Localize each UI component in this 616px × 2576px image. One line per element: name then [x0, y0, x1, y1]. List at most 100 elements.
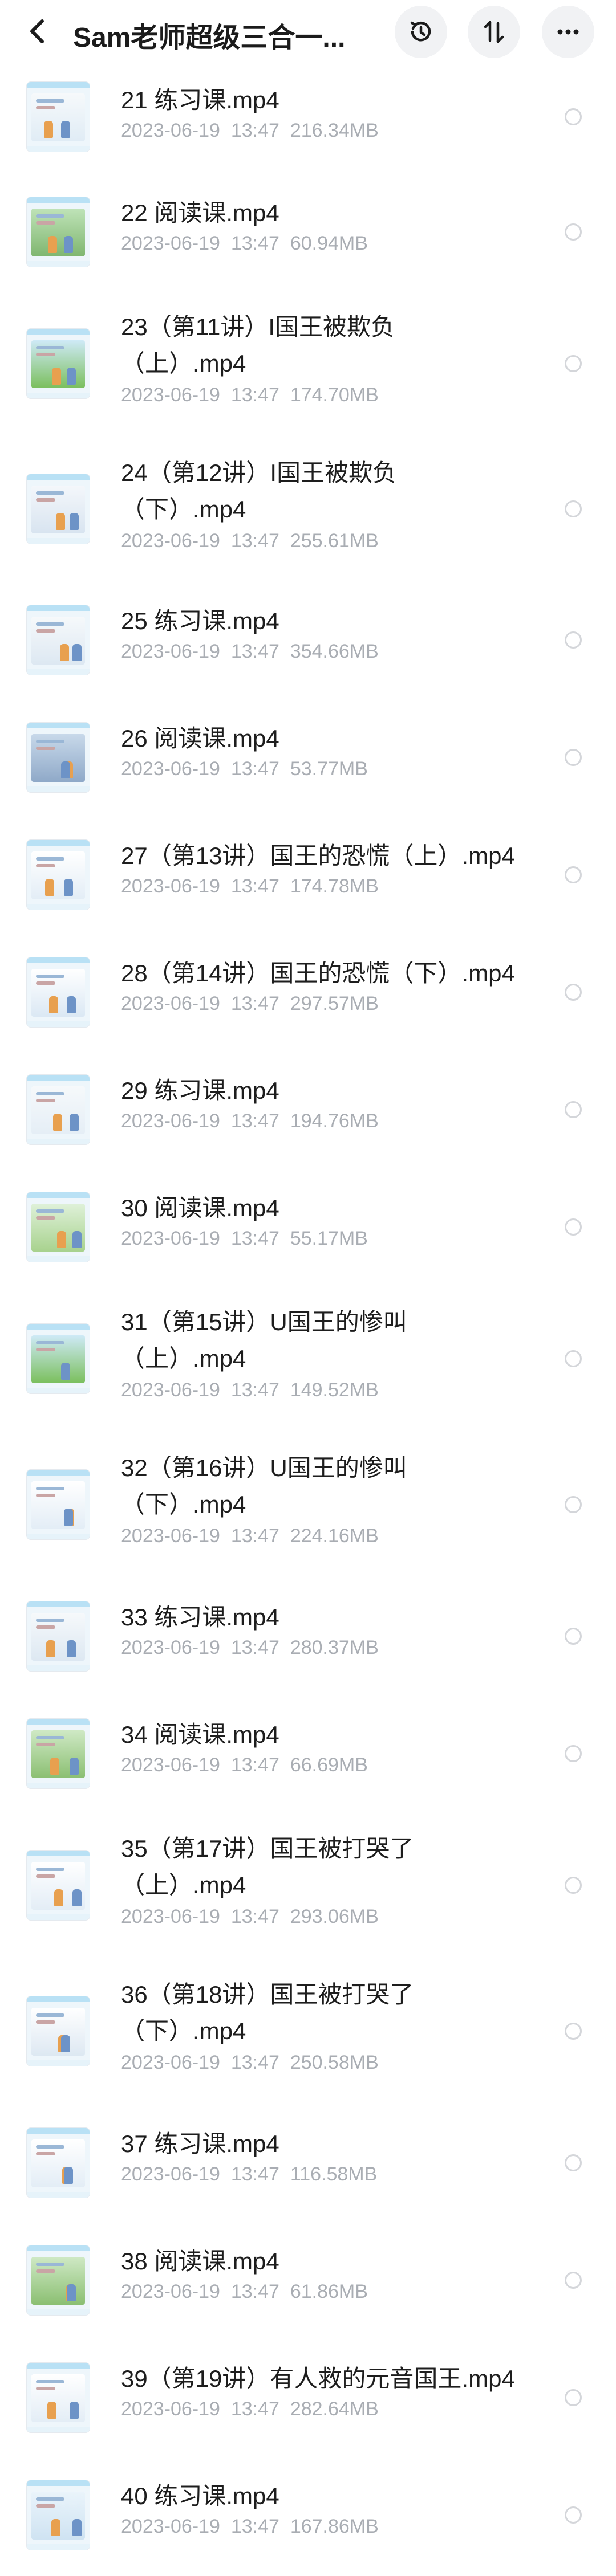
video-thumbnail — [26, 197, 90, 267]
file-meta: 2023-06-19 13:47 167.86MB — [121, 2516, 379, 2538]
file-row[interactable]: 31（第15讲）U国王的惨叫（上）.mp4 2023-06-19 13:47 14… — [0, 1288, 616, 1434]
history-button[interactable] — [395, 6, 447, 58]
file-time: 13:47 — [230, 1525, 279, 1547]
video-thumbnail — [26, 2362, 90, 2433]
select-radio[interactable] — [565, 631, 582, 649]
file-name: 29 练习课.mp4 — [121, 1077, 279, 1104]
file-row[interactable]: 34 阅读课.mp4 2023-06-19 13:47 66.69MB — [0, 1697, 616, 1815]
file-size: 297.57MB — [290, 993, 379, 1014]
video-thumbnail — [26, 839, 90, 910]
file-size: 293.06MB — [290, 1906, 379, 1927]
file-name: 23（第11讲）I国王被欺负（上）.mp4 — [121, 313, 395, 377]
file-row[interactable]: 40 练习课.mp4 2023-06-19 13:47 167.86MB — [0, 2459, 616, 2576]
file-size: 354.66MB — [290, 641, 379, 662]
file-size: 167.86MB — [290, 2516, 379, 2537]
select-radio[interactable] — [565, 1877, 582, 1894]
select-radio[interactable] — [565, 223, 582, 241]
file-row[interactable]: 21 练习课.mp4 2023-06-19 13:47 216.34MB — [0, 63, 616, 176]
file-row[interactable]: 39（第19讲）有人救的元音国王.mp4 2023-06-19 13:47 282… — [0, 2341, 616, 2459]
select-radio[interactable] — [565, 500, 582, 517]
chevron-left-icon — [30, 19, 44, 43]
file-meta: 2023-06-19 13:47 66.69MB — [121, 1754, 368, 1776]
file-meta: 2023-06-19 13:47 194.76MB — [121, 1110, 379, 1132]
file-name: 22 阅读课.mp4 — [121, 199, 279, 226]
file-row[interactable]: 30 阅读课.mp4 2023-06-19 13:47 55.17MB — [0, 1171, 616, 1288]
more-dots-icon — [557, 29, 579, 35]
select-radio[interactable] — [565, 1101, 582, 1118]
sort-button[interactable] — [468, 6, 520, 58]
file-time: 13:47 — [230, 993, 279, 1014]
select-radio[interactable] — [565, 2506, 582, 2524]
file-size: 174.78MB — [290, 875, 379, 897]
file-time: 13:47 — [230, 1110, 279, 1132]
file-name: 26 阅读课.mp4 — [121, 725, 279, 752]
file-row[interactable]: 38 阅读课.mp4 2023-06-19 13:47 61.86MB — [0, 2224, 616, 2341]
file-row[interactable]: 23（第11讲）I国王被欺负（上）.mp4 2023-06-19 13:47 17… — [0, 293, 616, 439]
select-radio[interactable] — [565, 866, 582, 883]
file-size: 250.58MB — [290, 2052, 379, 2073]
file-name: 34 阅读课.mp4 — [121, 1721, 279, 1748]
select-radio[interactable] — [565, 1745, 582, 1762]
file-row[interactable]: 29 练习课.mp4 2023-06-19 13:47 194.76MB — [0, 1053, 616, 1171]
select-radio[interactable] — [565, 108, 582, 125]
file-row[interactable]: 36（第18讲）国王被打哭了（下）.mp4 2023-06-19 13:47 25… — [0, 1960, 616, 2106]
file-meta: 2023-06-19 13:47 149.52MB — [121, 1379, 379, 1401]
video-thumbnail — [26, 1074, 90, 1145]
select-radio[interactable] — [565, 749, 582, 766]
file-name: 33 练习课.mp4 — [121, 1604, 279, 1631]
file-time: 13:47 — [230, 1906, 279, 1927]
file-size: 60.94MB — [290, 233, 368, 254]
file-time: 13:47 — [230, 384, 279, 406]
page-title: Sam老师超级三合一... — [73, 23, 346, 53]
back-button[interactable] — [17, 11, 57, 51]
sort-arrows-icon — [484, 21, 504, 43]
file-size: 116.58MB — [290, 2163, 378, 2185]
select-radio[interactable] — [565, 1628, 582, 1645]
select-radio[interactable] — [565, 2154, 582, 2171]
select-radio[interactable] — [565, 2023, 582, 2040]
file-name: 24（第12讲）I国王被欺负（下）.mp4 — [121, 459, 397, 523]
select-radio[interactable] — [565, 1350, 582, 1367]
file-time: 13:47 — [230, 2516, 279, 2537]
select-radio[interactable] — [565, 355, 582, 372]
file-row[interactable]: 32（第16讲）U国王的惨叫（下）.mp4 2023-06-19 13:47 22… — [0, 1434, 616, 1580]
file-time: 13:47 — [230, 2052, 279, 2073]
file-date: 2023-06-19 — [121, 1525, 220, 1547]
file-row[interactable]: 22 阅读课.mp4 2023-06-19 13:47 60.94MB — [0, 176, 616, 293]
select-radio[interactable] — [565, 984, 582, 1001]
file-date: 2023-06-19 — [121, 530, 220, 552]
file-size: 61.86MB — [290, 2281, 368, 2302]
file-date: 2023-06-19 — [121, 1379, 220, 1401]
file-row[interactable]: 27（第13讲）国王的恐慌（上）.mp4 2023-06-19 13:47 174… — [0, 818, 616, 936]
file-meta: 2023-06-19 13:47 297.57MB — [121, 993, 379, 1015]
file-date: 2023-06-19 — [121, 758, 220, 780]
select-radio[interactable] — [565, 1218, 582, 1236]
more-button[interactable] — [542, 6, 594, 58]
file-date: 2023-06-19 — [121, 2163, 220, 2185]
file-row[interactable]: 35（第17讲）国王被打哭了（上）.mp4 2023-06-19 13:47 29… — [0, 1815, 616, 1960]
file-row[interactable]: 24（第12讲）I国王被欺负（下）.mp4 2023-06-19 13:47 25… — [0, 439, 616, 584]
file-row[interactable]: 28（第14讲）国王的恐慌（下）.mp4 2023-06-19 13:47 297… — [0, 936, 616, 1053]
video-thumbnail — [26, 2127, 90, 2198]
video-thumbnail — [26, 1323, 90, 1394]
file-time: 13:47 — [230, 758, 279, 780]
file-name: 30 阅读课.mp4 — [121, 1195, 279, 1221]
file-size: 149.52MB — [290, 1379, 379, 1401]
file-name: 32（第16讲）U国王的惨叫（下）.mp4 — [121, 1454, 407, 1518]
select-radio[interactable] — [565, 2389, 582, 2406]
file-row[interactable]: 33 练习课.mp4 2023-06-19 13:47 280.37MB — [0, 1580, 616, 1697]
select-radio[interactable] — [565, 1496, 582, 1513]
file-row[interactable]: 37 练习课.mp4 2023-06-19 13:47 116.58MB — [0, 2106, 616, 2224]
file-time: 13:47 — [230, 2398, 279, 2420]
file-date: 2023-06-19 — [121, 1754, 220, 1776]
file-size: 280.37MB — [290, 1637, 379, 1658]
file-name: 27（第13讲）国王的恐慌（上）.mp4 — [121, 842, 515, 869]
file-name: 25 练习课.mp4 — [121, 608, 279, 634]
select-radio[interactable] — [565, 2272, 582, 2289]
file-name: 40 练习课.mp4 — [121, 2483, 279, 2509]
file-name: 37 练习课.mp4 — [121, 2130, 279, 2157]
file-size: 194.76MB — [290, 1110, 379, 1132]
file-row[interactable]: 25 练习课.mp4 2023-06-19 13:47 354.66MB — [0, 584, 616, 701]
file-size: 174.70MB — [290, 384, 379, 406]
file-row[interactable]: 26 阅读课.mp4 2023-06-19 13:47 53.77MB — [0, 701, 616, 818]
